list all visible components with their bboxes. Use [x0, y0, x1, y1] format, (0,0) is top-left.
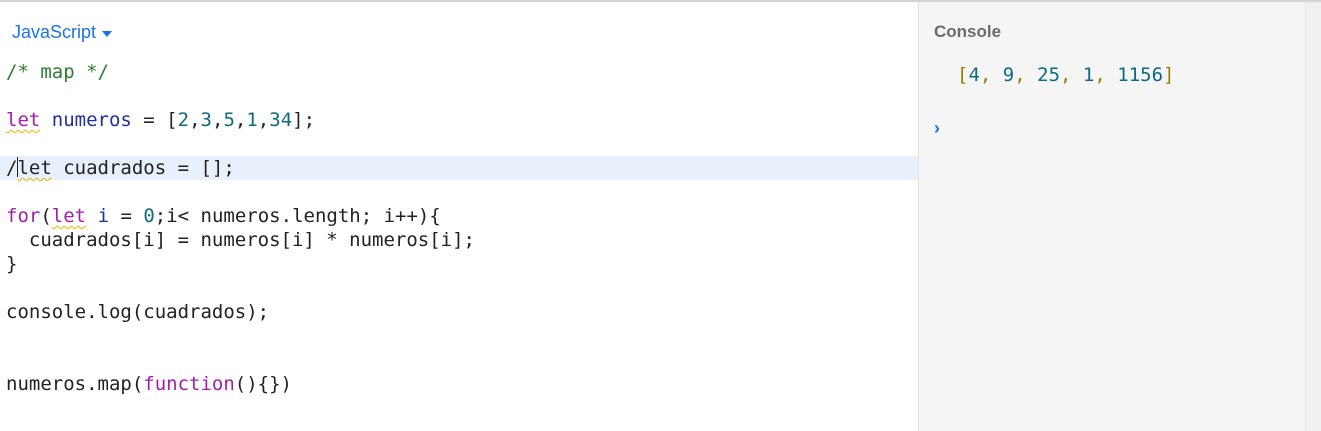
code-token: } — [6, 253, 18, 275]
code-line[interactable]: } — [0, 252, 918, 276]
console-title: Console — [934, 22, 1002, 41]
console-output-token: ] — [1163, 64, 1175, 86]
console-pane: Console [4, 9, 25, 1, 1156] › — [919, 2, 1305, 431]
code-line[interactable]: numeros.map(function(){}) — [0, 372, 918, 396]
console-output-token: , — [979, 64, 1003, 86]
code-token: = — [109, 205, 144, 227]
code-token: 5 — [223, 109, 235, 131]
code-token: 0 — [143, 205, 155, 227]
code-token: , — [257, 109, 270, 131]
code-token: , — [189, 109, 201, 131]
code-token: 2 — [177, 109, 190, 131]
console-output-token: [ — [957, 64, 969, 86]
code-token: ]; — [292, 109, 316, 131]
console-output-token: 4 — [968, 64, 980, 86]
console-output-token: 9 — [1002, 64, 1015, 86]
code-token: = [ — [131, 109, 178, 131]
code-token: ( — [40, 205, 52, 227]
console-output-token: 1156 — [1117, 64, 1164, 86]
code-token: cuadrados[i] = numeros[i] * numeros[i]; — [6, 229, 475, 251]
code-token: console.log(cuadrados); — [6, 301, 270, 323]
chevron-down-icon — [102, 30, 113, 37]
code-token: let — [51, 205, 87, 227]
code-token: function — [143, 373, 235, 395]
code-token: (){}) — [234, 373, 292, 395]
console-output-token: , — [1060, 64, 1083, 86]
code-token: for — [6, 205, 41, 227]
code-token: / — [6, 157, 18, 179]
code-line[interactable]: for(let i = 0;i< numeros.length; i++){ — [0, 204, 918, 228]
language-dropdown[interactable]: JavaScript — [12, 22, 113, 43]
code-line[interactable]: /let cuadrados = []; — [0, 156, 918, 180]
code-token: 1 — [246, 109, 258, 131]
code-token: numeros.map( — [6, 373, 144, 395]
code-line[interactable]: cuadrados[i] = numeros[i] * numeros[i]; — [0, 228, 918, 252]
code-token: /* map */ — [6, 61, 109, 83]
code-token: i — [97, 205, 110, 227]
code-editor-pane[interactable]: JavaScript /* map */let numeros = [2,3,5… — [0, 2, 918, 431]
language-label: JavaScript — [12, 22, 97, 42]
console-output-token: 1 — [1082, 64, 1095, 86]
code-line[interactable]: let numeros = [2,3,5,1,34]; — [0, 108, 918, 132]
code-token: cuadrados = []; — [51, 157, 235, 179]
code-token: 34 — [269, 109, 293, 131]
code-token: let — [17, 157, 52, 179]
console-output-token: , — [1094, 64, 1118, 86]
code-token: let — [6, 109, 41, 131]
code-token: numeros — [51, 109, 132, 131]
console-output-line: [4, 9, 25, 1, 1156] — [957, 64, 1174, 86]
code-token: ;i< numeros.length; i++){ — [154, 205, 441, 227]
console-prompt-icon[interactable]: › — [934, 118, 940, 139]
code-token: 3 — [200, 109, 212, 131]
console-output-token: 25 — [1037, 64, 1061, 86]
console-scrollbar[interactable] — [1305, 2, 1321, 431]
code-line[interactable]: console.log(cuadrados); — [0, 300, 918, 324]
code-line[interactable]: /* map */ — [0, 60, 918, 84]
code-token: , — [211, 109, 224, 131]
console-output-token: , — [1014, 64, 1038, 86]
code-token: , — [234, 109, 247, 131]
